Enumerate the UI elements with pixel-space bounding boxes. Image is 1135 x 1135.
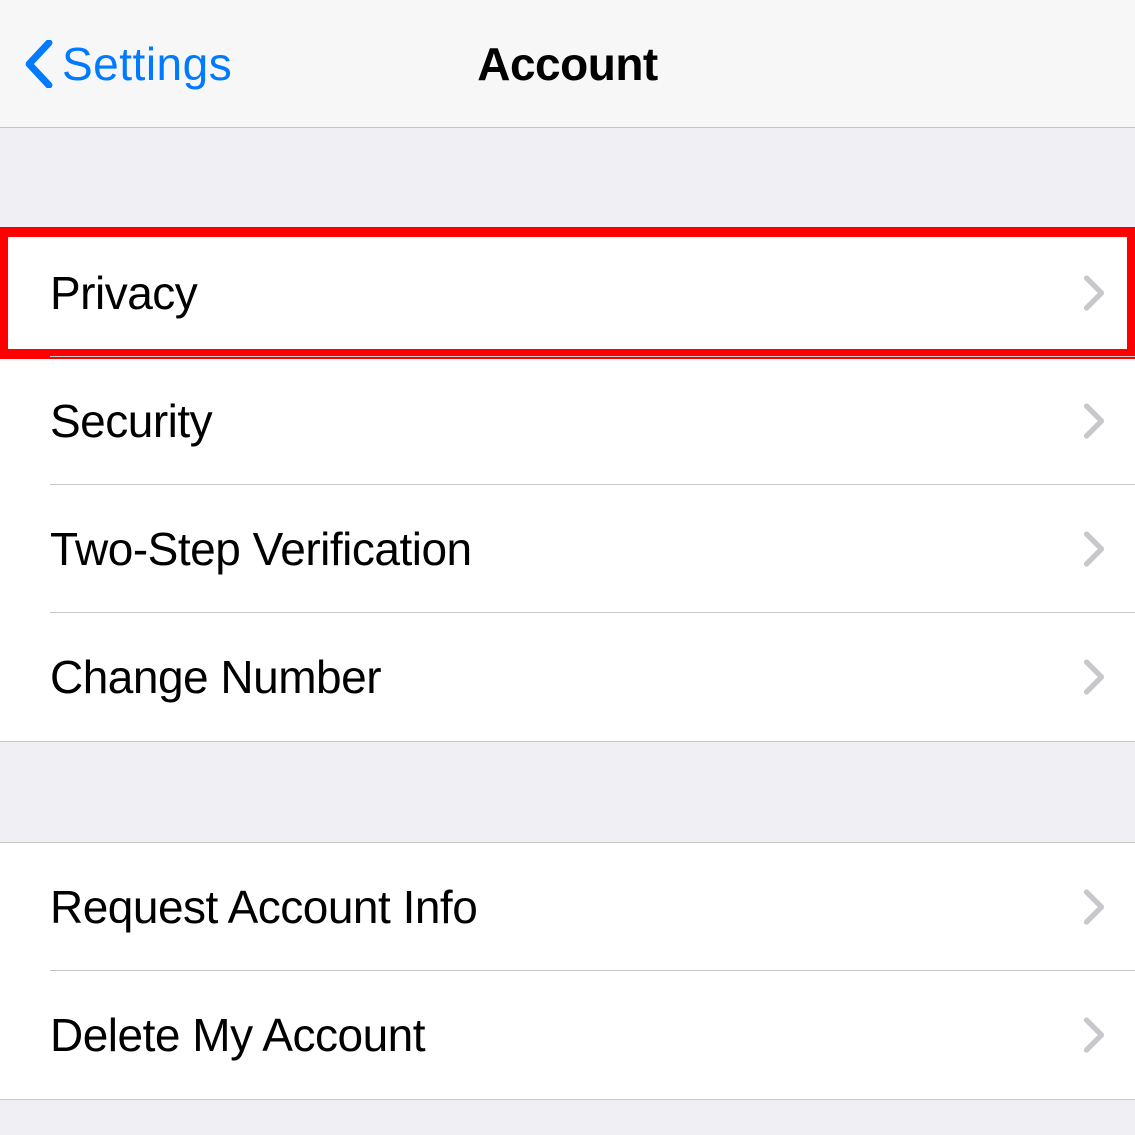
chevron-right-icon [1083, 889, 1105, 925]
section-spacer [0, 742, 1135, 842]
back-button[interactable]: Settings [24, 37, 232, 91]
chevron-right-icon [1083, 659, 1105, 695]
chevron-right-icon [1083, 1017, 1105, 1053]
chevron-left-icon [24, 40, 54, 88]
page-title: Account [477, 37, 658, 91]
list-item-delete-my-account[interactable]: Delete My Account [0, 971, 1135, 1099]
section-spacer [0, 128, 1135, 228]
list-item-request-account-info[interactable]: Request Account Info [0, 843, 1135, 971]
list-item-label: Delete My Account [50, 1008, 425, 1062]
chevron-right-icon [1083, 275, 1105, 311]
list-item-two-step-verification[interactable]: Two-Step Verification [0, 485, 1135, 613]
separator [50, 356, 1135, 357]
chevron-right-icon [1083, 531, 1105, 567]
list-item-privacy[interactable]: Privacy [0, 229, 1135, 357]
settings-section-1: Privacy Security Two-Step Verification C… [0, 228, 1135, 742]
list-item-security[interactable]: Security [0, 357, 1135, 485]
chevron-right-icon [1083, 403, 1105, 439]
list-item-label: Privacy [50, 266, 197, 320]
list-item-label: Security [50, 394, 212, 448]
settings-section-2: Request Account Info Delete My Account [0, 842, 1135, 1100]
list-item-change-number[interactable]: Change Number [0, 613, 1135, 741]
list-item-label: Two-Step Verification [50, 522, 472, 576]
list-item-label: Change Number [50, 650, 381, 704]
list-item-label: Request Account Info [50, 880, 477, 934]
back-label: Settings [62, 37, 232, 91]
navigation-bar: Settings Account [0, 0, 1135, 128]
